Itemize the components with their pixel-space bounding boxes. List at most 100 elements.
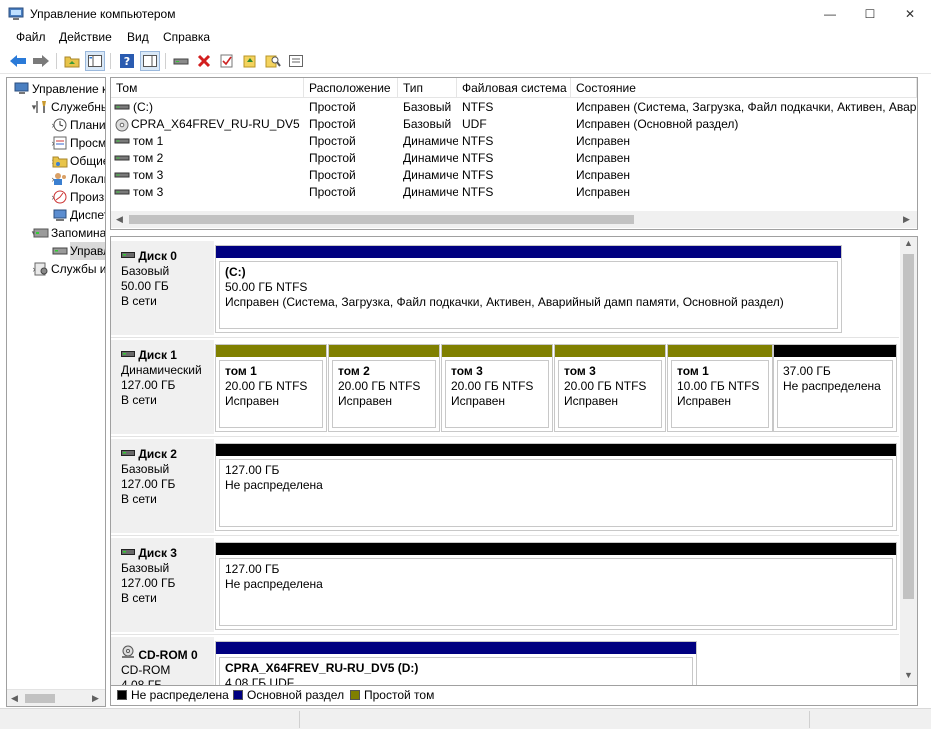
scroll-right-arrow-icon[interactable]: ▶ <box>92 690 99 706</box>
disk-label[interactable]: Диск 0 Базовый 50.00 ГБ В сети <box>111 241 214 336</box>
tree-item[interactable]: ›Локальные пользователи <box>7 170 106 188</box>
back-arrow-icon[interactable] <box>8 51 28 71</box>
menu-view[interactable]: Вид <box>120 29 156 45</box>
tree-item[interactable]: Управление дисками <box>7 242 105 260</box>
tree-item[interactable]: ›Производительность <box>7 188 106 206</box>
menu-action[interactable]: Действие <box>52 29 119 45</box>
partition-size: 20.00 ГБ NTFS <box>225 379 308 393</box>
scroll-left-arrow-icon[interactable]: ◀ <box>11 690 18 706</box>
volume-name: (C:) <box>133 100 153 114</box>
legend-label: Простой том <box>364 688 435 702</box>
table-row[interactable]: том 3 Простой Динамический NTFS Исправен <box>111 184 917 201</box>
table-row[interactable]: том 3 Простой Динамический NTFS Исправен <box>111 167 917 184</box>
unallocated-region[interactable]: 37.00 ГБ Не распределена <box>773 344 897 432</box>
partition[interactable]: CPRA_X64FREV_RU-RU_DV5 (D:) 4.08 ГБ UDF <box>215 641 697 685</box>
properties-icon[interactable] <box>140 51 160 71</box>
disk-size: 127.00 ГБ <box>121 576 176 590</box>
connect-drive-icon[interactable] <box>171 51 191 71</box>
volume-name: том 2 <box>133 151 164 165</box>
partition-type-bar <box>216 246 841 258</box>
menu-file[interactable]: Файл <box>9 29 53 45</box>
maximize-button[interactable]: ☐ <box>860 0 880 28</box>
show-hide-tree-icon[interactable] <box>85 51 105 71</box>
volume-icon <box>114 150 130 167</box>
volume-type: Динамический <box>403 134 458 148</box>
list-icon[interactable] <box>286 51 306 71</box>
unallocated-region[interactable]: 127.00 ГБ Не распределена <box>215 443 897 531</box>
partition-details: том 3 20.00 ГБ NTFS Исправен <box>445 360 549 428</box>
unallocated-region[interactable]: 127.00 ГБ Не распределена <box>215 542 897 630</box>
search-icon[interactable] <box>263 51 283 71</box>
tree-item[interactable]: ▾Служебные программы <box>7 98 105 116</box>
volume-status: Исправен <box>576 185 631 199</box>
tree-item[interactable]: ›Общие папки <box>7 152 106 170</box>
disk-label[interactable]: Диск 3 Базовый 127.00 ГБ В сети <box>111 538 214 633</box>
partition-status: Исправен <box>338 394 393 408</box>
check-icon[interactable] <box>217 51 237 71</box>
folder-up-icon[interactable] <box>62 51 82 71</box>
forward-arrow-icon[interactable] <box>31 51 51 71</box>
partition[interactable]: том 1 20.00 ГБ NTFS Исправен <box>215 344 327 432</box>
tree-horizontal-scrollbar[interactable]: ◀ ▶ <box>7 689 105 706</box>
disk-name: Диск 0 <box>138 249 177 263</box>
partition[interactable]: том 3 20.00 ГБ NTFS Исправен <box>441 344 553 432</box>
tree-item[interactable]: Управление компьютером (локальным) <box>7 80 105 98</box>
menu-help[interactable]: Справка <box>156 29 217 45</box>
scroll-right-arrow-icon[interactable]: ▶ <box>903 211 910 228</box>
disk-label[interactable]: CD-ROM 0 CD-ROM 4.08 ГБ <box>111 637 214 685</box>
disk-kind: Базовый <box>121 561 170 575</box>
table-row[interactable]: CPRA_X64FREV_RU-RU_DV5 (D:) Простой Базовы… <box>111 116 917 133</box>
tree-item[interactable]: Диспетчер устройств <box>7 206 105 224</box>
scrollbar-thumb[interactable] <box>903 254 914 599</box>
partition-size: 37.00 ГБ <box>783 364 831 378</box>
column-type[interactable]: Тип <box>398 78 457 98</box>
partition[interactable]: том 3 20.00 ГБ NTFS Исправен <box>554 344 666 432</box>
tree-item[interactable]: ▾Запоминающие устройства <box>7 224 105 242</box>
column-volume[interactable]: Том <box>111 78 304 98</box>
minimize-button[interactable]: — <box>820 0 840 28</box>
partition-status: Исправен (Система, Загрузка, Файл подкач… <box>225 295 784 309</box>
legend-swatch <box>350 690 360 700</box>
disk-map-vertical-scrollbar[interactable]: ▲ ▼ <box>900 237 917 685</box>
partition-status: Не распределена <box>783 379 881 393</box>
column-filesystem[interactable]: Файловая система <box>457 78 571 98</box>
scrollbar-thumb[interactable] <box>25 694 55 703</box>
volume-name: том 3 <box>133 168 164 182</box>
table-row[interactable]: том 1 Простой Динамический NTFS Исправен <box>111 133 917 150</box>
table-row[interactable]: том 2 Простой Динамический NTFS Исправен <box>111 150 917 167</box>
volume-list-horizontal-scrollbar[interactable]: ◀ ▶ <box>111 211 917 228</box>
tree-item[interactable]: ›Просмотр событий <box>7 134 106 152</box>
partition-details: том 3 20.00 ГБ NTFS Исправен <box>558 360 662 428</box>
partition[interactable]: том 1 10.00 ГБ NTFS Исправен <box>667 344 773 432</box>
delete-icon[interactable] <box>194 51 214 71</box>
partition-status: Не распределена <box>225 577 323 591</box>
partition-size: 127.00 ГБ <box>225 463 280 477</box>
close-button[interactable]: ✕ <box>900 0 920 28</box>
partition[interactable]: том 2 20.00 ГБ NTFS Исправен <box>328 344 440 432</box>
volume-status: Исправен (Система, Загрузка, Файл подкач… <box>576 100 916 114</box>
table-row[interactable]: (C:) Простой Базовый NTFS Исправен (Система,… <box>111 99 917 116</box>
legend-primary: Основной раздел <box>233 686 344 704</box>
partition[interactable]: (C:) 50.00 ГБ NTFS Исправен (Система, Загр… <box>215 245 842 333</box>
legend-swatch <box>117 690 127 700</box>
tree-item[interactable]: ›Планировщик заданий <box>7 116 106 134</box>
disk-name: Диск 3 <box>138 546 177 560</box>
scroll-left-arrow-icon[interactable]: ◀ <box>116 211 123 228</box>
scroll-down-arrow-icon[interactable]: ▼ <box>904 667 913 684</box>
volume-status: Исправен <box>576 134 631 148</box>
disk-label[interactable]: Диск 2 Базовый 127.00 ГБ В сети <box>111 439 214 534</box>
column-location[interactable]: Расположение <box>304 78 398 98</box>
status-segment <box>0 711 300 728</box>
scrollbar-thumb[interactable] <box>129 215 634 224</box>
column-status[interactable]: Состояние <box>571 78 917 98</box>
partition-details: (C:) 50.00 ГБ NTFS Исправен (Система, Загр… <box>219 261 838 329</box>
disk-label[interactable]: Диск 1 Динамический 127.00 ГБ В сети <box>111 340 214 435</box>
open-icon[interactable] <box>240 51 260 71</box>
tree-item-label: Общие папки <box>70 154 106 168</box>
cd-icon <box>114 116 130 133</box>
scroll-up-arrow-icon[interactable]: ▲ <box>904 237 913 252</box>
disk-icon <box>121 249 135 263</box>
help-icon[interactable]: ? <box>117 51 137 71</box>
partition-name: CPRA_X64FREV_RU-RU_DV5 (D:) <box>225 661 419 675</box>
tree-item[interactable]: ›Службы и приложения <box>7 260 106 278</box>
